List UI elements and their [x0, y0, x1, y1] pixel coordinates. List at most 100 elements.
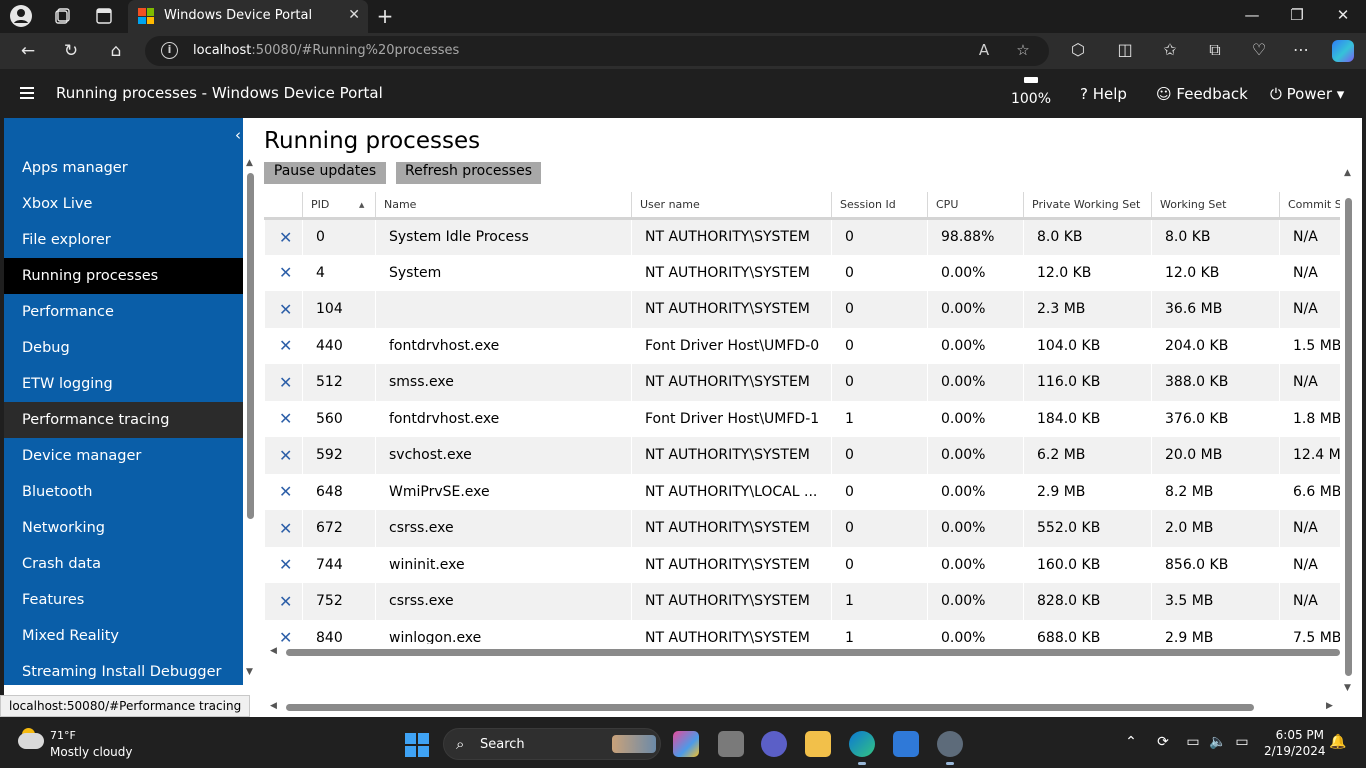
kill-process-icon[interactable]: ✕ [264, 510, 303, 547]
sidebar-item-device-manager[interactable]: Device manager [4, 438, 243, 474]
sidebar-item-streaming-install-debugger[interactable]: Streaming Install Debugger [4, 654, 243, 685]
show-hidden-icons-icon[interactable]: ⌃ [1120, 734, 1142, 750]
column-header-private-working-set[interactable]: Private Working Set [1023, 192, 1152, 220]
close-tab-icon[interactable]: ✕ [348, 7, 360, 23]
display-icon[interactable]: ▭ [1182, 734, 1204, 750]
active-tab[interactable]: Windows Device Portal ✕ [128, 0, 368, 33]
sidebar-item-performance-tracing[interactable]: Performance tracing [4, 402, 243, 438]
taskbar-clock[interactable]: 6:05 PM 2/19/2024 [1264, 727, 1326, 759]
start-button-icon[interactable] [405, 733, 429, 757]
collapse-sidebar-icon[interactable]: ‹ [235, 126, 241, 144]
column-header-actions[interactable] [264, 192, 303, 220]
store-icon[interactable] [893, 731, 919, 757]
volume-icon[interactable]: 🔈 [1207, 734, 1229, 750]
file-explorer-icon[interactable] [805, 731, 831, 757]
sidebar-scroll-thumb[interactable] [247, 173, 254, 519]
sidebar-item-file-explorer[interactable]: File explorer [4, 222, 243, 258]
column-header-name[interactable]: Name [375, 192, 632, 220]
refresh-icon[interactable]: ↻ [58, 40, 84, 62]
settings-icon[interactable] [937, 731, 963, 765]
kill-process-icon[interactable]: ✕ [264, 218, 303, 255]
kill-process-icon[interactable]: ✕ [264, 437, 303, 474]
kill-process-icon[interactable]: ✕ [264, 619, 303, 644]
sidebar-item-xbox-live[interactable]: Xbox Live [4, 186, 243, 222]
split-screen-icon[interactable]: ◫ [1113, 40, 1137, 59]
address-bar[interactable]: i localhost:50080/#Running%20processes A… [145, 36, 1049, 66]
scroll-down-icon[interactable]: ▼ [246, 667, 253, 677]
scroll-up-icon[interactable]: ▲ [1344, 168, 1351, 178]
kill-process-icon[interactable]: ✕ [264, 364, 303, 401]
power-button[interactable]: ⏻ Power ▾ [1270, 85, 1344, 103]
column-header-working-set[interactable]: Working Set [1151, 192, 1280, 220]
table-horizontal-scrollbar[interactable]: ◀ [270, 645, 1342, 659]
back-icon[interactable]: ← [15, 40, 41, 62]
favorite-star-icon[interactable]: ☆ [1012, 41, 1034, 59]
restore-icon[interactable]: ❐ [1287, 6, 1307, 24]
favorites-icon[interactable]: ✩ [1158, 40, 1182, 59]
sidebar-scrollbar[interactable]: ▲ ▼ [243, 118, 258, 685]
table-cell: NT AUTHORITY\SYSTEM [631, 583, 832, 620]
vertical-scrollbar[interactable]: ▲ ▼ [1342, 166, 1356, 696]
collections-icon[interactable]: ⧉ [1203, 40, 1227, 60]
extensions-icon[interactable]: ⬡ [1066, 40, 1090, 59]
close-window-icon[interactable]: ✕ [1333, 6, 1353, 24]
table-scroll-thumb[interactable] [286, 649, 1340, 656]
kill-process-icon[interactable]: ✕ [264, 473, 303, 510]
help-button[interactable]: ? Help [1080, 85, 1127, 103]
read-aloud-icon[interactable]: A [973, 41, 995, 59]
page-scroll-thumb[interactable] [286, 704, 1254, 711]
taskbar-search[interactable]: ⌕ Search [443, 728, 661, 760]
sync-icon[interactable]: ⟳ [1152, 734, 1174, 750]
tab-actions-icon[interactable] [91, 4, 117, 28]
home-icon[interactable]: ⌂ [103, 40, 129, 62]
scroll-left-icon[interactable]: ◀ [270, 701, 277, 711]
feedback-button[interactable]: ☺ Feedback [1156, 85, 1248, 103]
kill-process-icon[interactable]: ✕ [264, 291, 303, 328]
column-header-cpu[interactable]: CPU [927, 192, 1024, 220]
edge-browser-icon[interactable] [849, 731, 875, 765]
browser-essentials-icon[interactable]: ♡ [1247, 40, 1271, 59]
column-header-commit-s[interactable]: Commit S [1279, 192, 1340, 220]
sidebar-item-apps-manager[interactable]: Apps manager [4, 150, 243, 186]
scroll-right-icon[interactable]: ▶ [1326, 701, 1333, 711]
kill-process-icon[interactable]: ✕ [264, 546, 303, 583]
column-header-pid[interactable]: PID ▲ [302, 192, 376, 220]
column-header-session-id[interactable]: Session Id [831, 192, 928, 220]
scroll-left-icon[interactable]: ◀ [270, 646, 277, 656]
address-url[interactable]: localhost:50080/#Running%20processes [193, 43, 459, 58]
minimize-icon[interactable]: — [1242, 6, 1262, 24]
notification-bell-icon[interactable]: 🔔 [1327, 734, 1349, 750]
workspaces-icon[interactable] [50, 4, 76, 28]
profile-icon[interactable] [8, 4, 34, 28]
scroll-up-icon[interactable]: ▲ [246, 158, 253, 168]
pause-updates-button[interactable]: Pause updates [264, 162, 386, 184]
sidebar-item-networking[interactable]: Networking [4, 510, 243, 546]
vertical-scroll-thumb[interactable] [1345, 198, 1352, 676]
teams-chat-icon[interactable] [761, 731, 787, 757]
copilot-icon[interactable] [1332, 40, 1354, 62]
refresh-processes-button[interactable]: Refresh processes [396, 162, 541, 184]
sidebar-item-running-processes[interactable]: Running processes [4, 258, 243, 294]
task-view-icon[interactable] [718, 731, 744, 757]
site-info-icon[interactable]: i [161, 42, 178, 59]
page-horizontal-scrollbar[interactable]: ◀ ▶ [270, 700, 1342, 714]
sidebar-item-etw-logging[interactable]: ETW logging [4, 366, 243, 402]
column-header-user-name[interactable]: User name [631, 192, 832, 220]
sidebar-item-bluetooth[interactable]: Bluetooth [4, 474, 243, 510]
sidebar-item-debug[interactable]: Debug [4, 330, 243, 366]
sidebar-item-features[interactable]: Features [4, 582, 243, 618]
new-tab-icon[interactable]: + [374, 4, 396, 28]
scroll-down-icon[interactable]: ▼ [1344, 683, 1351, 693]
kill-process-icon[interactable]: ✕ [264, 400, 303, 437]
copilot-app-icon[interactable] [673, 731, 699, 757]
hamburger-menu-icon[interactable] [20, 87, 34, 99]
more-menu-icon[interactable]: ⋯ [1289, 40, 1313, 59]
sidebar-item-mixed-reality[interactable]: Mixed Reality [4, 618, 243, 654]
kill-process-icon[interactable]: ✕ [264, 327, 303, 364]
kill-process-icon[interactable]: ✕ [264, 254, 303, 291]
battery-tray-icon[interactable]: ▭ [1231, 734, 1253, 750]
table-cell: 0.00% [927, 291, 1024, 328]
kill-process-icon[interactable]: ✕ [264, 583, 303, 620]
sidebar-item-crash-data[interactable]: Crash data [4, 546, 243, 582]
sidebar-item-performance[interactable]: Performance [4, 294, 243, 330]
